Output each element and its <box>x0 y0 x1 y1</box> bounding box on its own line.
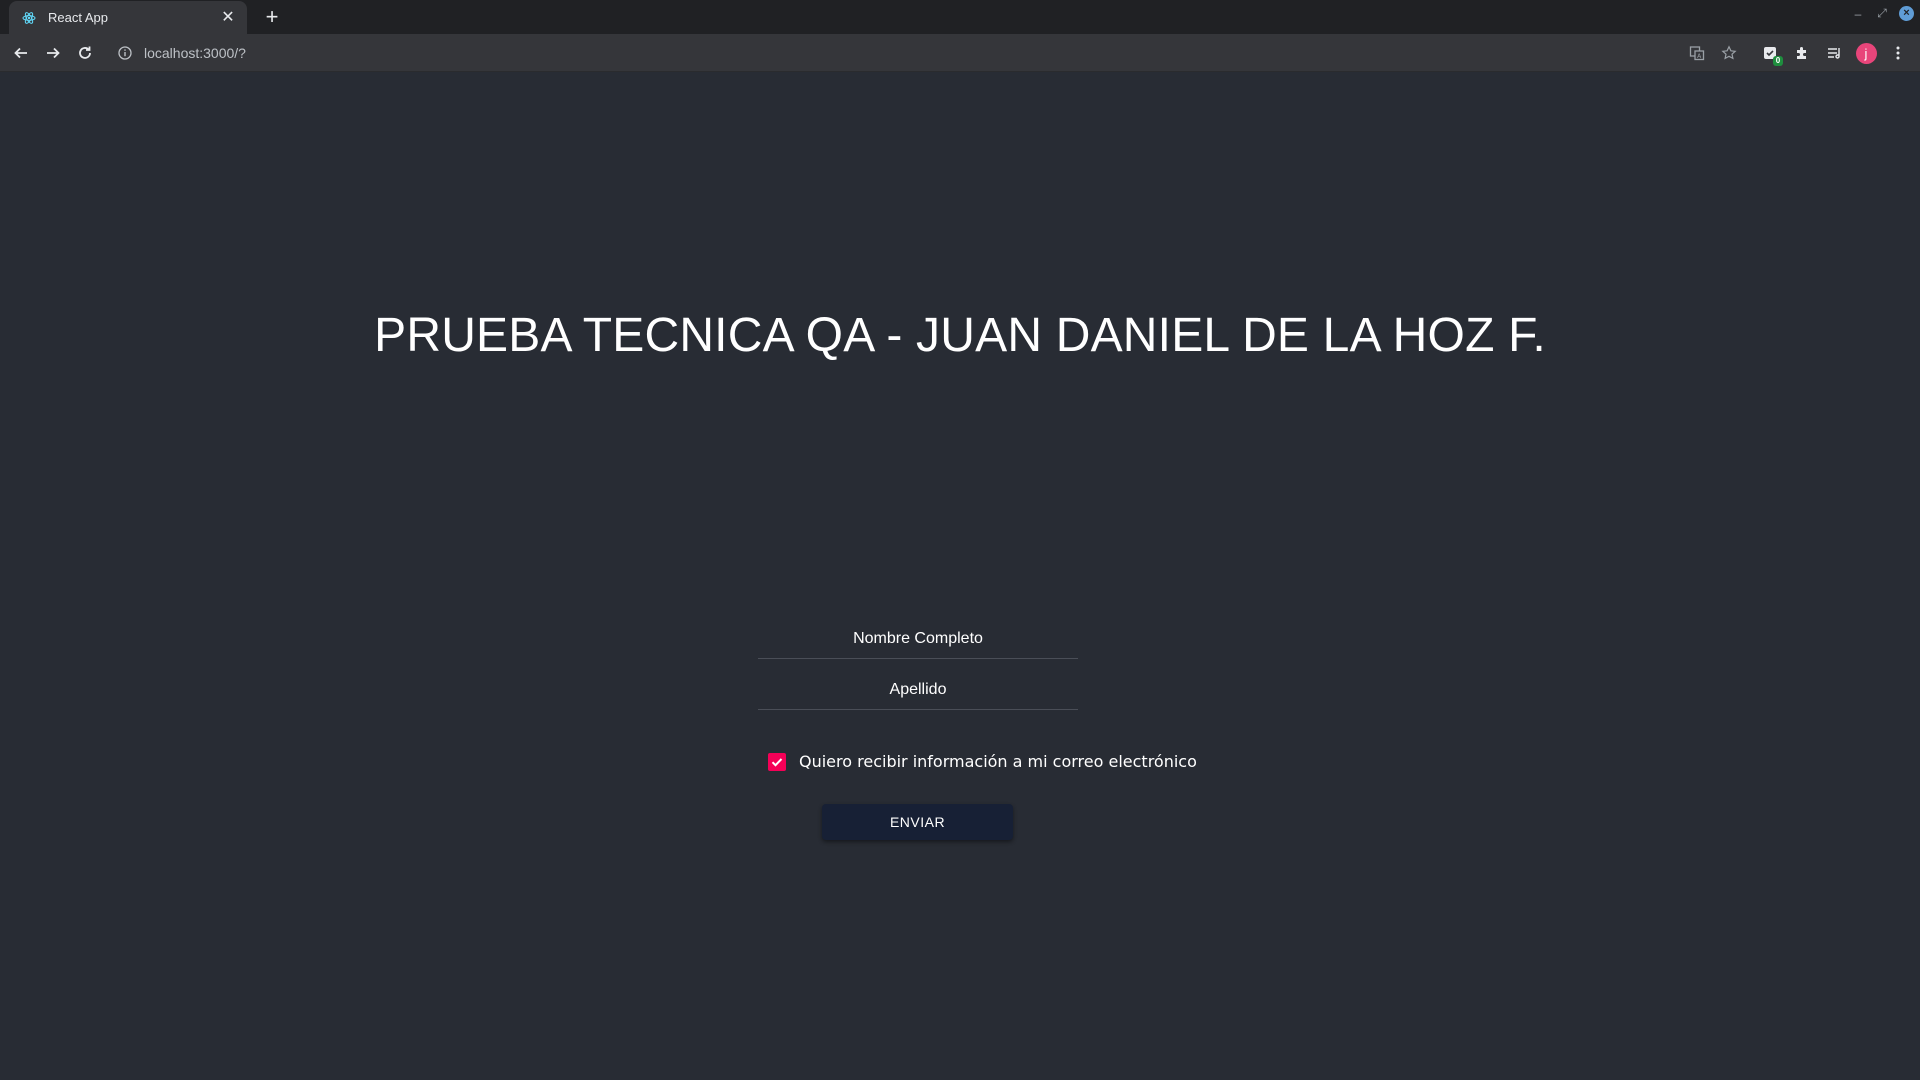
close-window-icon[interactable]: × <box>1899 6 1914 21</box>
back-icon[interactable] <box>8 40 34 66</box>
forward-icon[interactable] <box>40 40 66 66</box>
react-logo-icon <box>21 10 37 26</box>
url-text: localhost:3000/? <box>144 44 246 61</box>
address-bar[interactable]: localhost:3000/? <box>108 38 1748 67</box>
checkmark-icon <box>771 757 783 767</box>
browser-tab[interactable]: React App ✕ <box>9 1 247 34</box>
bookmark-star-icon[interactable] <box>1716 40 1742 66</box>
extensions-puzzle-icon[interactable] <box>1789 40 1815 66</box>
translate-icon[interactable]: A <box>1684 40 1710 66</box>
avatar-initial: j <box>1855 42 1877 64</box>
reading-list-icon[interactable] <box>1821 40 1847 66</box>
submit-button[interactable]: ENVIAR <box>822 804 1013 840</box>
extension-badge: 0 <box>1773 56 1783 66</box>
restore-icon[interactable]: ⤢ <box>1875 6 1889 21</box>
tab-title: React App <box>48 10 108 25</box>
newsletter-checkbox-row[interactable]: Quiero recibir información a mi correo e… <box>768 752 1197 771</box>
newsletter-label: Quiero recibir información a mi correo e… <box>799 752 1197 771</box>
tab-close-icon[interactable]: ✕ <box>219 9 237 27</box>
page-title: PRUEBA TECNICA QA - JUAN DANIEL DE LA HO… <box>374 309 1546 362</box>
new-tab-icon[interactable]: + <box>260 5 284 29</box>
reload-icon[interactable] <box>72 40 98 66</box>
minimize-icon[interactable]: – <box>1851 7 1865 21</box>
site-info-icon[interactable] <box>116 44 134 62</box>
tab-strip: React App ✕ + – ⤢ × <box>0 0 1920 34</box>
menu-kebab-icon[interactable] <box>1885 40 1911 66</box>
full-name-input[interactable] <box>758 619 1078 659</box>
profile-avatar[interactable]: j <box>1853 40 1879 66</box>
extension-icon[interactable]: 0 <box>1757 40 1783 66</box>
newsletter-checkbox[interactable] <box>768 752 786 771</box>
window-controls: – ⤢ × <box>1851 6 1914 21</box>
last-name-input[interactable] <box>758 670 1078 710</box>
browser-toolbar: localhost:3000/? A 0 j <box>0 34 1920 72</box>
